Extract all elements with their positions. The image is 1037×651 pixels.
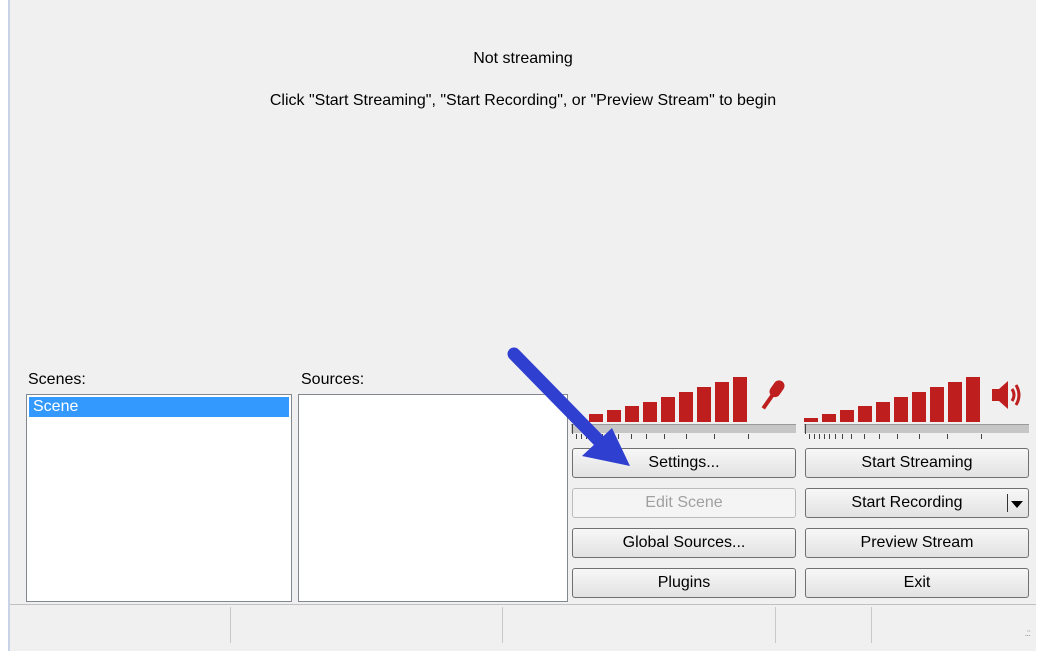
desktop-slider-handle[interactable] [805, 424, 806, 434]
plugins-button[interactable]: Plugins [572, 568, 796, 598]
preview-stream-button[interactable]: Preview Stream [805, 528, 1029, 558]
global-sources-button[interactable]: Global Sources... [572, 528, 796, 558]
exit-button[interactable]: Exit [805, 568, 1029, 598]
chevron-down-icon[interactable] [1011, 501, 1023, 508]
speaker-icon[interactable] [990, 378, 1024, 412]
resize-grip-icon[interactable]: .:: [1025, 628, 1031, 639]
start-hint: Click "Start Streaming", "Start Recordin… [269, 92, 777, 109]
start-recording-label: Start Recording [851, 494, 963, 511]
status-bar: .:: [10, 604, 1036, 645]
dropdown-separator [1007, 494, 1008, 512]
desktop-volume-meter[interactable] [804, 372, 1029, 422]
pointer-arrow-icon [507, 347, 630, 466]
scene-list-item[interactable]: Scene [29, 397, 289, 417]
sources-label: Sources: [301, 371, 365, 388]
scenes-label: Scenes: [28, 371, 86, 388]
obs-main-window: Not streaming Click "Start Streaming", "… [8, 0, 1036, 651]
edit-scene-button[interactable]: Edit Scene [572, 488, 796, 518]
desktop-scale-ticks [809, 434, 989, 440]
microphone-icon[interactable] [755, 376, 789, 414]
start-streaming-button[interactable]: Start Streaming [805, 448, 1029, 478]
scenes-list[interactable]: Scene [26, 394, 292, 602]
start-recording-split-button[interactable]: Start Recording [805, 488, 1029, 518]
desktop-volume-slider[interactable] [804, 424, 1029, 433]
streaming-status: Not streaming [473, 50, 573, 67]
